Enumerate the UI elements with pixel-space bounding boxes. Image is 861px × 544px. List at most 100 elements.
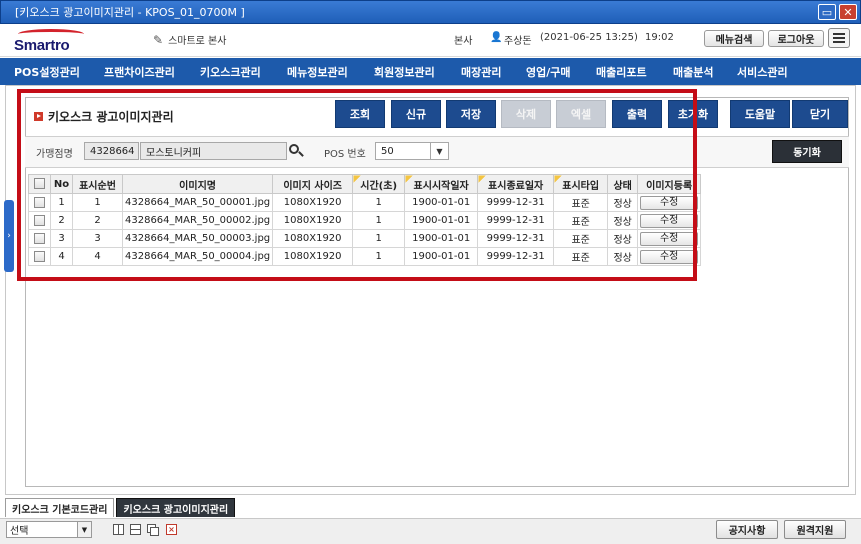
checkbox-icon[interactable] bbox=[34, 178, 45, 190]
row-checkbox[interactable] bbox=[28, 211, 51, 230]
tab-kiosk-basecode[interactable]: 키오스크 기본코드관리 bbox=[5, 498, 115, 517]
document-tabs: 키오스크 기본코드관리 키오스크 광고이미지관리 bbox=[5, 498, 237, 518]
cell-no: 1 bbox=[50, 193, 73, 212]
cell-no: 3 bbox=[50, 229, 73, 248]
title-arrow-icon bbox=[34, 112, 43, 121]
chevron-down-icon[interactable]: ▼ bbox=[77, 522, 91, 537]
col-seconds: 시간(초) bbox=[352, 174, 406, 194]
cell-display-type: 표준 bbox=[553, 229, 609, 248]
branch-label: 본사 bbox=[454, 36, 473, 47]
cell-order: 3 bbox=[72, 229, 123, 248]
menu-store[interactable]: 매장관리 bbox=[461, 64, 501, 80]
cell-start-date: 1900-01-01 bbox=[404, 229, 479, 248]
new-button[interactable]: 신규 bbox=[391, 100, 441, 128]
close-icon[interactable]: ✕ bbox=[839, 4, 857, 20]
col-display-type: 표시타입 bbox=[553, 174, 609, 194]
table-row[interactable]: 2 2 4328664_MAR_50_00002.jpg 1080X1920 1… bbox=[28, 211, 702, 230]
window-select[interactable]: 선택 ▼ bbox=[6, 521, 92, 538]
col-start-date: 표시시작일자 bbox=[404, 174, 479, 194]
cell-image-name: 4328664_MAR_50_00004.jpg bbox=[121, 247, 274, 266]
close-all-icon[interactable]: × bbox=[166, 524, 177, 535]
menu-pos-settings[interactable]: POS설정관리 bbox=[14, 64, 80, 80]
checkbox-icon[interactable] bbox=[34, 214, 45, 226]
table-row[interactable]: 4 4 4328664_MAR_50_00004.jpg 1080X1920 1… bbox=[28, 247, 702, 266]
cell-order: 2 bbox=[72, 211, 123, 230]
table-row[interactable]: 1 1 4328664_MAR_50_00001.jpg 1080X1920 1… bbox=[28, 193, 702, 212]
page-title-text: 키오스크 광고이미지관리 bbox=[48, 110, 174, 124]
col-image-size: 이미지 사이즈 bbox=[272, 174, 354, 194]
menu-member-info[interactable]: 회원정보관리 bbox=[374, 64, 435, 80]
store-code-field[interactable]: 4328664 bbox=[84, 142, 139, 160]
col-end-date: 표시종료일자 bbox=[477, 174, 555, 194]
col-image-register: 이미지등록 bbox=[637, 174, 702, 194]
reset-button[interactable]: 초기화 bbox=[668, 100, 718, 128]
menu-menu-info[interactable]: 메뉴정보관리 bbox=[287, 64, 348, 80]
store-name: 스마트로 본사 bbox=[168, 36, 227, 47]
cell-order: 1 bbox=[72, 193, 123, 212]
cell-action: 수정 bbox=[637, 229, 702, 248]
cell-start-date: 1900-01-01 bbox=[404, 211, 479, 230]
grid-header-row: No 표시순번 이미지명 이미지 사이즈 시간(초) 표시시작일자 표시종료일자… bbox=[28, 174, 702, 194]
cell-status: 정상 bbox=[607, 247, 639, 266]
save-button[interactable]: 저장 bbox=[446, 100, 496, 128]
col-status: 상태 bbox=[607, 174, 639, 194]
store-label: 가맹점명 bbox=[36, 149, 73, 160]
notice-button[interactable]: 공지사항 bbox=[716, 520, 778, 539]
minimize-icon[interactable]: ▭ bbox=[818, 4, 836, 20]
pos-label: POS 번호 bbox=[324, 149, 366, 160]
tab-kiosk-ad-image[interactable]: 키오스크 광고이미지관리 bbox=[116, 498, 236, 517]
cell-start-date: 1900-01-01 bbox=[404, 193, 479, 212]
remote-support-button[interactable]: 원격지원 bbox=[784, 520, 846, 539]
cell-image-size: 1080X1920 bbox=[272, 247, 354, 266]
excel-button[interactable]: 엑셀 bbox=[556, 100, 606, 128]
query-button[interactable]: 조회 bbox=[335, 100, 385, 128]
side-panel-toggle-icon[interactable]: › bbox=[4, 200, 14, 272]
tile-horizontal-icon[interactable] bbox=[130, 524, 141, 535]
checkbox-icon[interactable] bbox=[34, 232, 45, 244]
hamburger-menu-icon[interactable] bbox=[828, 28, 850, 48]
window-titlebar: [키오스크 광고이미지관리 - KPOS_01_0700M ] ▭ ✕ bbox=[0, 0, 861, 24]
select-all-checkbox[interactable] bbox=[28, 174, 51, 194]
sync-button[interactable]: 동기화 bbox=[772, 140, 842, 163]
edit-button[interactable]: 수정 bbox=[640, 213, 699, 228]
cell-action: 수정 bbox=[637, 193, 702, 212]
close-button[interactable]: 닫기 bbox=[792, 100, 848, 128]
edit-button[interactable]: 수정 bbox=[640, 231, 699, 246]
menu-sales-analysis[interactable]: 매출분석 bbox=[673, 64, 713, 80]
menu-search-button[interactable]: 메뉴검색 bbox=[704, 30, 764, 47]
print-button[interactable]: 출력 bbox=[612, 100, 662, 128]
edit-button[interactable]: 수정 bbox=[640, 195, 699, 210]
row-checkbox[interactable] bbox=[28, 229, 51, 248]
menu-service[interactable]: 서비스관리 bbox=[737, 64, 788, 80]
table-row[interactable]: 3 3 4328664_MAR_50_00003.jpg 1080X1920 1… bbox=[28, 229, 702, 248]
menu-sales-report[interactable]: 매출리포트 bbox=[596, 64, 647, 80]
cell-end-date: 9999-12-31 bbox=[477, 229, 555, 248]
cell-end-date: 9999-12-31 bbox=[477, 193, 555, 212]
cell-image-size: 1080X1920 bbox=[272, 229, 354, 248]
cell-status: 정상 bbox=[607, 193, 639, 212]
checkbox-icon[interactable] bbox=[34, 196, 45, 208]
menu-franchise[interactable]: 프랜차이즈관리 bbox=[104, 64, 175, 80]
menu-sales-purchase[interactable]: 영업/구매 bbox=[526, 64, 571, 80]
chevron-down-icon[interactable]: ▼ bbox=[430, 142, 448, 160]
delete-button[interactable]: 삭제 bbox=[501, 100, 551, 128]
window-select-value: 선택 bbox=[10, 526, 29, 537]
tile-vertical-icon[interactable] bbox=[113, 524, 124, 535]
cell-seconds: 1 bbox=[352, 229, 406, 248]
edit-button[interactable]: 수정 bbox=[640, 249, 699, 264]
row-checkbox[interactable] bbox=[28, 193, 51, 212]
logout-button[interactable]: 로그아웃 bbox=[768, 30, 824, 47]
store-name-field[interactable]: 모스토니커피 bbox=[140, 142, 287, 160]
col-no: No bbox=[50, 174, 73, 194]
menu-kiosk[interactable]: 키오스크관리 bbox=[200, 64, 261, 80]
search-icon[interactable] bbox=[288, 143, 304, 159]
cell-status: 정상 bbox=[607, 229, 639, 248]
user-icon: 👤 bbox=[490, 32, 503, 43]
row-checkbox[interactable] bbox=[28, 247, 51, 266]
cell-display-type: 표준 bbox=[553, 193, 609, 212]
cell-seconds: 1 bbox=[352, 193, 406, 212]
help-button[interactable]: 도움말 bbox=[730, 100, 790, 128]
checkbox-icon[interactable] bbox=[34, 250, 45, 262]
cell-end-date: 9999-12-31 bbox=[477, 211, 555, 230]
cascade-icon[interactable] bbox=[147, 524, 159, 536]
